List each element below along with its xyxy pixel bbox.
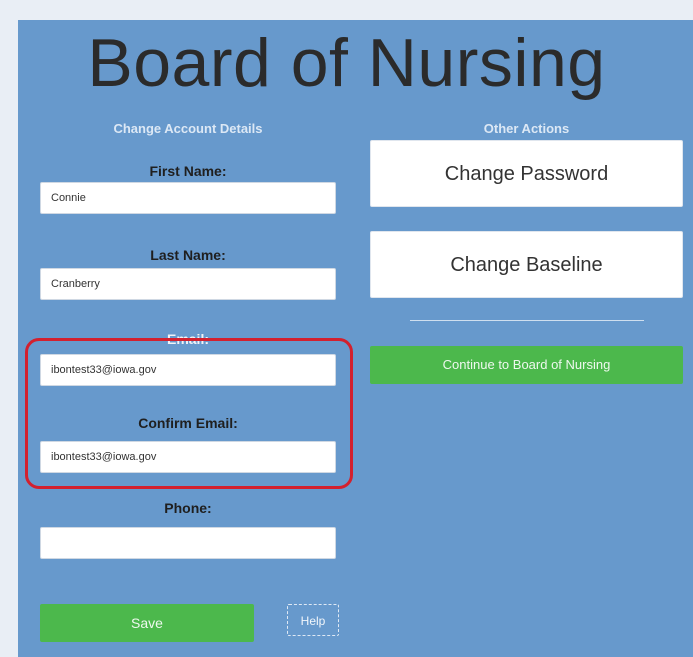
email-label: Email: (166, 331, 209, 347)
first-name-label: First Name: (149, 163, 227, 179)
help-button[interactable]: Help (287, 604, 339, 636)
confirm-email-field[interactable] (40, 441, 336, 473)
phone-field[interactable] (40, 527, 336, 559)
last-name-label: Last Name: (150, 247, 226, 263)
change-baseline-button[interactable]: Change Baseline (370, 231, 683, 298)
last-name-field[interactable] (40, 268, 336, 300)
page-title: Board of Nursing (87, 25, 606, 101)
phone-label: Phone: (164, 500, 212, 516)
change-password-button[interactable]: Change Password (370, 140, 683, 207)
confirm-email-label: Confirm Email: (138, 415, 238, 431)
continue-to-board-button[interactable]: Continue to Board of Nursing (370, 346, 683, 384)
first-name-field[interactable] (40, 182, 336, 214)
divider (410, 320, 644, 321)
save-button[interactable]: Save (40, 604, 254, 642)
email-field[interactable] (40, 354, 336, 386)
other-actions-heading: Other Actions (483, 121, 570, 136)
account-details-heading: Change Account Details (113, 121, 263, 136)
